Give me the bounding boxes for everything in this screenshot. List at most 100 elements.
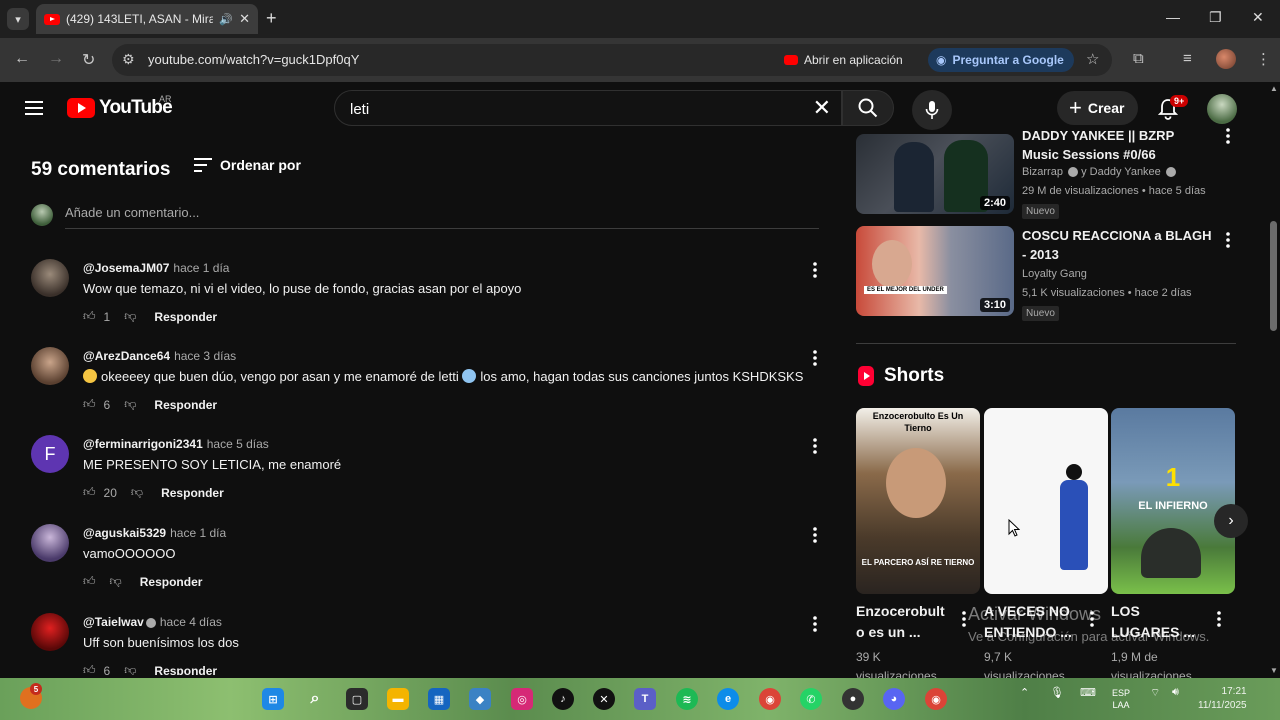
- reply-button[interactable]: Responder: [154, 398, 217, 412]
- app-icon[interactable]: ◆: [469, 688, 491, 710]
- like-button[interactable]: 👍︎ 1: [83, 309, 110, 324]
- more-actions-icon[interactable]: [811, 262, 819, 278]
- new-tab-button[interactable]: +: [266, 9, 277, 27]
- scroll-down-arrow-icon[interactable]: ▼: [1268, 666, 1280, 675]
- instagram-icon[interactable]: ◎: [511, 688, 533, 710]
- shorts-next-button[interactable]: ›: [1214, 504, 1248, 538]
- maximize-icon[interactable]: ❐: [1209, 9, 1222, 26]
- minimize-icon[interactable]: —: [1166, 9, 1180, 25]
- comment-time[interactable]: hace 3 días: [174, 349, 236, 363]
- close-window-icon[interactable]: ✕: [1252, 9, 1264, 26]
- store-icon[interactable]: ▦: [428, 688, 450, 710]
- video-channel[interactable]: Bizarrap y Daddy Yankee: [1022, 166, 1176, 178]
- more-actions-icon[interactable]: [811, 527, 819, 543]
- like-button[interactable]: 👍︎ 20: [83, 485, 117, 500]
- whatsapp-icon[interactable]: ✆: [800, 688, 822, 710]
- search-input[interactable]: leti ✕: [334, 90, 842, 126]
- volume-icon[interactable]: 🔊︎: [1172, 686, 1179, 699]
- comment-author[interactable]: @JosemaJM07 hace 1 día: [83, 261, 229, 275]
- comment-avatar[interactable]: [31, 259, 69, 297]
- short-thumbnail[interactable]: [984, 408, 1108, 594]
- more-actions-icon[interactable]: [1224, 128, 1232, 144]
- edge-icon[interactable]: e: [717, 688, 739, 710]
- more-actions-icon[interactable]: [1215, 611, 1223, 627]
- ask-google-button[interactable]: ◉ Preguntar a Google: [928, 48, 1074, 72]
- discord-icon[interactable]: ◕: [883, 688, 905, 710]
- chrome-icon[interactable]: ◉: [925, 688, 947, 710]
- voice-search-button[interactable]: [912, 90, 952, 130]
- related-video[interactable]: 2:40 DADDY YANKEE || BZRP Music Sessions…: [856, 126, 1236, 220]
- guide-menu-icon[interactable]: [25, 101, 43, 115]
- taskbar-clock[interactable]: 17:21 11/11/2025: [1198, 685, 1247, 713]
- add-comment-input[interactable]: Añade un comentario...: [65, 205, 819, 229]
- extensions-icon[interactable]: ⧉: [1133, 50, 1144, 67]
- short-thumbnail[interactable]: 1 EL INFIERNO: [1111, 408, 1235, 594]
- comment-time[interactable]: hace 4 días: [160, 615, 222, 629]
- comment-author[interactable]: @ArezDance64 hace 3 días: [83, 349, 236, 363]
- url-text[interactable]: youtube.com/watch?v=guck1Dpf0qY: [148, 52, 359, 67]
- comment-time[interactable]: hace 1 día: [173, 261, 229, 275]
- comment-avatar[interactable]: [31, 613, 69, 651]
- comment-avatar[interactable]: F: [31, 435, 69, 473]
- scrollbar-thumb[interactable]: [1270, 221, 1277, 331]
- short-item[interactable]: 1 EL INFIERNO LOS LUGARES ... 1,9 M de vis…: [1111, 408, 1235, 688]
- more-actions-icon[interactable]: [811, 438, 819, 454]
- tray-keyboard-icon[interactable]: ⌨: [1080, 686, 1096, 699]
- site-info-icon[interactable]: ⚙: [122, 51, 135, 68]
- wifi-icon[interactable]: ⌔: [1150, 686, 1160, 700]
- dislike-button[interactable]: 👎︎: [124, 397, 136, 412]
- more-actions-icon[interactable]: [960, 611, 968, 627]
- related-video[interactable]: ES EL MEJOR DEL UNDER 3:10 COSCU REACCIO…: [856, 226, 1236, 321]
- video-channel[interactable]: Loyalty Gang: [1022, 268, 1087, 280]
- back-icon[interactable]: ←: [14, 50, 30, 68]
- spotify-icon[interactable]: ≋: [676, 688, 698, 710]
- speaker-icon[interactable]: 🔊: [219, 13, 233, 26]
- comment-avatar[interactable]: [31, 524, 69, 562]
- active-tab[interactable]: (429) 143LETI, ASAN - Mira 🔊 ✕: [36, 4, 258, 34]
- chrome-icon[interactable]: ◉: [759, 688, 781, 710]
- short-item[interactable]: Enzocerobulto Es Un Tierno EL PARCERO AS…: [856, 408, 980, 688]
- video-title[interactable]: COSCU REACCIONA a BLAGH - 2013: [1022, 226, 1212, 264]
- clear-search-icon[interactable]: ✕: [813, 95, 831, 121]
- account-avatar[interactable]: [1207, 94, 1237, 124]
- reply-button[interactable]: Responder: [140, 575, 203, 589]
- chrome-profile-avatar[interactable]: [1216, 49, 1236, 69]
- language-indicator[interactable]: ESP LAA: [1112, 687, 1130, 711]
- tiktok-icon[interactable]: ♪: [552, 688, 574, 710]
- more-actions-icon[interactable]: [1224, 232, 1232, 248]
- x-icon[interactable]: ✕: [593, 688, 615, 710]
- video-thumbnail[interactable]: 2:40: [856, 134, 1014, 214]
- like-button[interactable]: 👍︎ 6: [83, 663, 110, 675]
- scroll-up-arrow-icon[interactable]: ▲: [1268, 84, 1280, 93]
- tray-mic-icon[interactable]: 🎙︎: [1050, 686, 1064, 699]
- tab-search-button[interactable]: ▾: [7, 8, 29, 30]
- chrome-menu-icon[interactable]: ⋮: [1256, 50, 1271, 68]
- short-thumbnail[interactable]: Enzocerobulto Es Un Tierno EL PARCERO AS…: [856, 408, 980, 594]
- comment-time[interactable]: hace 5 días: [207, 437, 269, 451]
- sort-comments-button[interactable]: Ordenar por: [194, 157, 301, 173]
- video-title[interactable]: DADDY YANKEE || BZRP Music Sessions #0/6…: [1022, 126, 1212, 164]
- short-item[interactable]: A VECES NO ENTIENDO ... 9,7 Kvisualizacio…: [984, 408, 1108, 688]
- close-tab-icon[interactable]: ✕: [239, 11, 250, 27]
- app-icon[interactable]: ●: [842, 688, 864, 710]
- like-button[interactable]: 👍︎ 6: [83, 397, 110, 412]
- task-view-icon[interactable]: ▢: [346, 688, 368, 710]
- comment-author[interactable]: @aguskai5329 hace 1 día: [83, 526, 226, 540]
- dislike-button[interactable]: 👎︎: [124, 663, 136, 675]
- dislike-button[interactable]: 👎︎: [124, 309, 136, 324]
- short-caption[interactable]: Enzocerobult o es un ...: [856, 601, 966, 643]
- comment-author[interactable]: @Taielwav hace 4 días: [83, 615, 222, 629]
- dislike-button[interactable]: 👎︎: [131, 485, 143, 500]
- reply-button[interactable]: Responder: [161, 486, 224, 500]
- teams-icon[interactable]: T: [634, 688, 656, 710]
- more-actions-icon[interactable]: [811, 350, 819, 366]
- reload-icon[interactable]: ↻: [82, 50, 95, 70]
- media-control-icon[interactable]: ≡: [1183, 50, 1192, 67]
- open-in-app-button[interactable]: Abrir en aplicación: [778, 49, 909, 71]
- reply-button[interactable]: Responder: [154, 664, 217, 676]
- file-explorer-icon[interactable]: ▬: [387, 688, 409, 710]
- search-icon[interactable]: ⌕: [304, 688, 326, 710]
- page-scrollbar[interactable]: [1268, 82, 1280, 678]
- youtube-logo[interactable]: YouTube AR: [67, 94, 173, 119]
- comment-author[interactable]: @ferminarrigoni2341 hace 5 días: [83, 437, 269, 451]
